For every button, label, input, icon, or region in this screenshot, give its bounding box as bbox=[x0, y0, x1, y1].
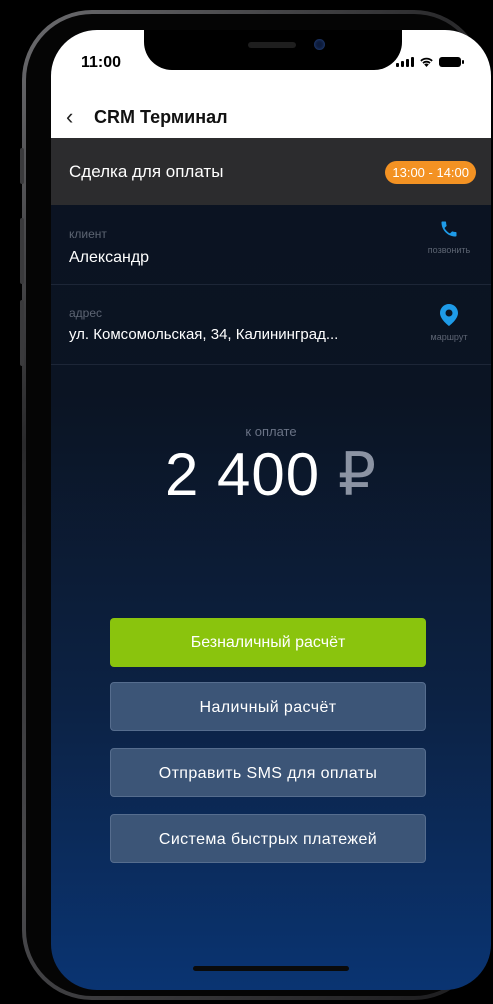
call-button[interactable]: позвонить bbox=[421, 219, 477, 255]
volume-down-button bbox=[20, 300, 24, 366]
route-label: маршрут bbox=[430, 332, 468, 342]
volume-up-button bbox=[20, 218, 24, 284]
front-camera bbox=[314, 39, 325, 50]
time-slot-badge: 13:00 - 14:00 bbox=[385, 161, 476, 184]
battery-icon bbox=[439, 57, 464, 67]
status-icons bbox=[396, 56, 464, 67]
status-bar: 11:00 bbox=[51, 30, 491, 96]
address-label: адрес bbox=[69, 306, 103, 320]
status-time: 11:00 bbox=[81, 54, 122, 71]
call-label: позвонить bbox=[427, 245, 471, 255]
map-pin-icon bbox=[440, 304, 458, 326]
currency-symbol: ₽ bbox=[337, 441, 377, 508]
mute-switch bbox=[20, 148, 24, 184]
wifi-icon bbox=[420, 57, 433, 67]
deal-header: Сделка для оплаты 13:00 - 14:00 bbox=[51, 138, 491, 205]
amount-display: 2 400 ₽ bbox=[51, 440, 491, 510]
notch bbox=[144, 30, 402, 70]
deal-title: Сделка для оплаты bbox=[69, 162, 224, 181]
amount-label: к оплате bbox=[245, 424, 297, 439]
phone-icon bbox=[441, 221, 457, 237]
speaker-grille bbox=[248, 42, 296, 48]
client-row: клиент Александр позвонить bbox=[51, 205, 491, 285]
address-value: ул. Комсомольская, 34, Калининград... bbox=[69, 326, 339, 343]
nav-bar: ‹ CRM Терминал bbox=[51, 96, 491, 138]
cash-payment-button[interactable]: Наличный расчёт bbox=[110, 682, 426, 731]
address-row: адрес ул. Комсомольская, 34, Калининград… bbox=[51, 285, 491, 365]
screen: 11:00 ‹ CRM Терминал Сделка для оплаты 1… bbox=[51, 30, 491, 990]
sms-payment-button[interactable]: Отправить SMS для оплаты bbox=[110, 748, 426, 797]
chevron-left-icon[interactable]: ‹ bbox=[66, 104, 73, 130]
client-name: Александр bbox=[69, 249, 150, 266]
amount-value: 2 400 bbox=[164, 441, 321, 508]
page-title: CRM Терминал bbox=[94, 107, 228, 127]
home-indicator[interactable] bbox=[193, 966, 349, 971]
cashless-payment-button[interactable]: Безналичный расчёт bbox=[110, 618, 426, 667]
client-label: клиент bbox=[69, 227, 107, 241]
route-button[interactable]: маршрут bbox=[421, 304, 477, 342]
signal-icon bbox=[396, 57, 414, 67]
sbp-payment-button[interactable]: Система быстрых платежей bbox=[110, 814, 426, 863]
